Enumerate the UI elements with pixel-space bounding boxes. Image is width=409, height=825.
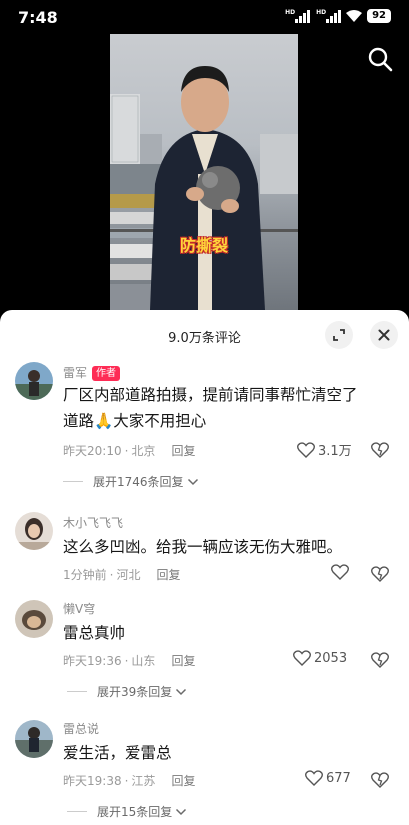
like-button[interactable]: 677 [305,770,351,786]
chevron-down-icon [187,478,198,485]
comment-location: 江苏 [131,774,156,788]
expand-button[interactable] [325,321,353,349]
signal-icon-2: HD [316,9,342,23]
wifi-icon [346,10,363,22]
dislike-icon[interactable] [371,652,389,668]
expand-replies-button[interactable]: 展开39条回复 [67,683,187,700]
comment-author[interactable]: 雷总说 [63,720,99,737]
heart-icon [293,650,311,666]
comment-meta: 1分钟前 · 河北 回复 [63,568,181,582]
reply-button[interactable]: 回复 [171,654,195,668]
divider [67,811,87,812]
heart-icon [297,441,315,458]
comment-meta: 昨天20:10 · 北京 回复 [63,444,196,458]
comment-meta: 昨天19:38 · 江苏 回复 [63,774,196,788]
expand-replies-button[interactable]: 展开1746条回复 [63,473,199,490]
comment-author[interactable]: 雷军 作者 [63,364,121,381]
reply-button[interactable]: 回复 [171,774,195,788]
author-name[interactable]: 懒V穹 [63,602,95,616]
comment-location: 河北 [116,568,141,582]
video-player[interactable]: 防撕裂 [0,34,409,310]
status-bar: 7:48 HD HD 92 [0,0,409,34]
expand-replies-button[interactable]: 展开15条回复 [67,803,187,820]
battery-indicator: 92 [367,9,391,23]
expand-replies-label: 展开1746条回复 [93,475,184,489]
comment-location: 山东 [131,654,156,668]
reply-button[interactable]: 回复 [171,444,195,458]
chevron-down-icon [176,808,187,815]
comment-meta: 昨天19:36 · 山东 回复 [63,654,196,668]
like-button[interactable]: 3.1万 [297,440,352,459]
comment-time: 昨天19:38 [63,774,122,788]
video-frame[interactable]: 防撕裂 [110,34,298,310]
network-label-2: HD [316,9,327,16]
expand-replies-label: 展开15条回复 [97,805,173,819]
author-name[interactable]: 木小飞飞飞 [63,516,123,530]
comment-author[interactable]: 木小飞飞飞 [63,514,123,531]
divider [63,481,83,482]
divider [67,691,87,692]
comment-text[interactable]: 这么多凹凼。给我一辆应该无伤大雅吧。 [63,534,363,560]
expand-icon [333,329,345,341]
dislike-icon[interactable] [371,442,389,458]
status-icons: HD HD 92 [285,9,391,23]
comment-time: 1分钟前 [63,568,107,582]
close-button[interactable] [370,321,398,349]
comment-text[interactable]: 爱生活，爱雷总 [63,740,363,766]
expand-replies-label: 展开39条回复 [97,685,173,699]
comment-location: 北京 [131,444,156,458]
comment-text[interactable]: 厂区内部道路拍摄，提前请同事帮忙清空了道路🙏大家不用担心 [63,382,363,434]
dislike-icon[interactable] [371,566,389,582]
signal-icon: HD [285,9,311,23]
comments-panel: 9.0万条评论 雷军 作者 厂区内部道路拍摄，提前请同事帮忙清空了道路🙏大家不用担… [0,310,409,825]
author-name[interactable]: 雷军 [63,366,87,380]
avatar[interactable] [15,512,53,550]
like-button[interactable]: 2053 [293,650,347,666]
author-tag-badge: 作者 [92,366,121,381]
video-caption: 防撕裂 [180,236,229,255]
like-count: 3.1万 [318,444,352,459]
comment-time: 昨天19:36 [63,654,122,668]
comment-time: 昨天20:10 [63,444,122,458]
heart-icon [305,770,323,786]
comment-text[interactable]: 雷总真帅 [63,620,363,646]
avatar[interactable] [15,600,53,638]
author-name[interactable]: 雷总说 [63,722,99,736]
comment-author[interactable]: 懒V穹 [63,600,95,617]
avatar[interactable] [15,362,53,400]
reply-button[interactable]: 回复 [156,568,180,582]
search-icon[interactable] [367,46,393,72]
close-icon [378,329,390,341]
like-count: 2053 [314,650,348,666]
network-label: HD [285,9,296,16]
status-time: 7:48 [18,8,58,27]
video-scene [110,66,298,310]
chevron-down-icon [176,688,187,695]
avatar[interactable] [15,720,53,758]
heart-icon [331,564,349,580]
like-count: 677 [326,770,351,786]
like-button[interactable] [331,564,349,580]
dislike-icon[interactable] [371,772,389,788]
